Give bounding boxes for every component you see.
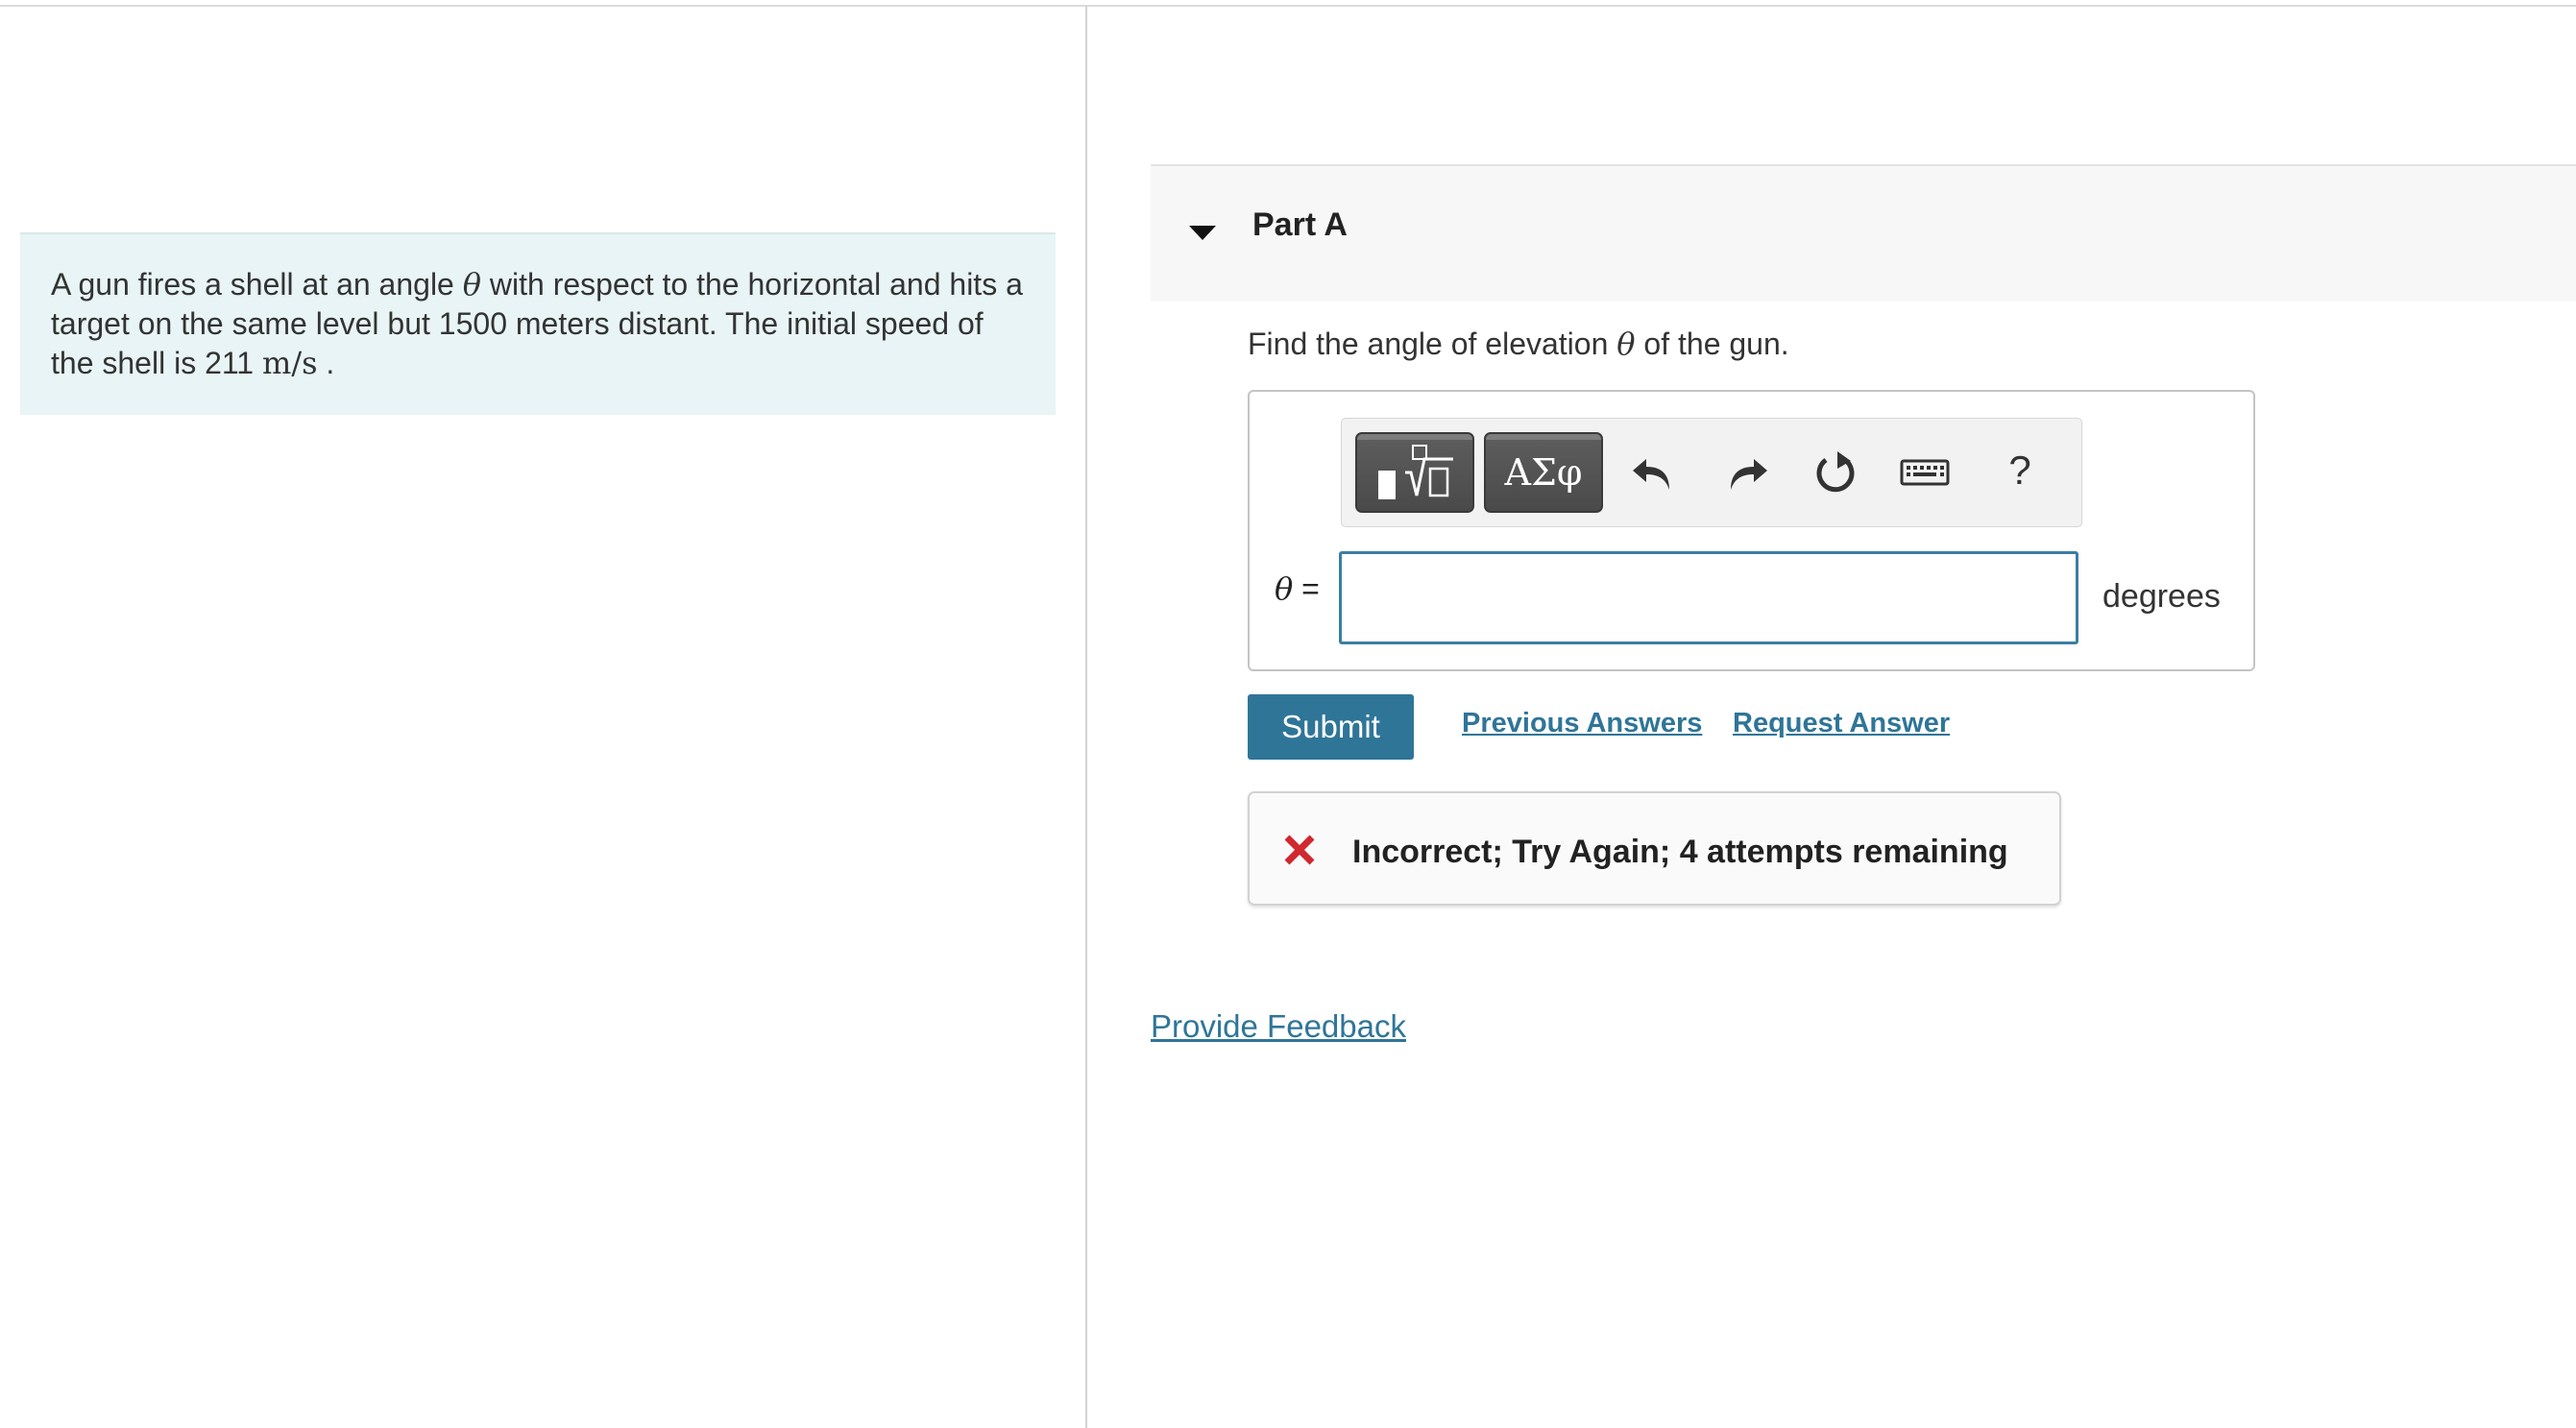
question-text: Find the angle of elevation θ of the gun…	[1248, 326, 1789, 362]
problem-text-end: .	[317, 346, 335, 380]
answer-equals-sign: =	[1293, 571, 1320, 606]
part-title: Part A	[1252, 206, 1348, 243]
top-rule	[0, 5, 2576, 7]
undo-icon[interactable]	[1627, 446, 1681, 499]
problem-statement: A gun fires a shell at an angle θ with r…	[20, 232, 1056, 415]
keyboard-icon[interactable]	[1898, 446, 1952, 499]
provide-feedback-link[interactable]: Provide Feedback	[1151, 1008, 1406, 1045]
symbols-label: ΑΣφ	[1504, 451, 1583, 494]
page: A gun fires a shell at an angle θ with r…	[0, 0, 2576, 1428]
feedback-message: Incorrect; Try Again; 4 attempts remaini…	[1352, 834, 2008, 870]
reset-icon[interactable]	[1809, 446, 1862, 499]
submit-button[interactable]: Submit	[1248, 694, 1414, 760]
unit-label: degrees	[2102, 578, 2221, 615]
redo-icon[interactable]	[1719, 446, 1773, 499]
help-button[interactable]: ?	[1993, 444, 2047, 497]
templates-button[interactable]	[1355, 432, 1474, 513]
answer-variable-symbol: θ	[1275, 570, 1294, 607]
symbols-button[interactable]: ΑΣφ	[1484, 432, 1603, 513]
part-header[interactable]: Part A	[1151, 164, 2576, 302]
pane-divider	[1085, 6, 1087, 1428]
answer-variable-label: θ =	[1275, 570, 1320, 607]
previous-answers-link[interactable]: Previous Answers	[1462, 708, 1702, 739]
caret-down-icon[interactable]	[1183, 214, 1222, 253]
answer-input[interactable]	[1339, 551, 2078, 644]
request-answer-link[interactable]: Request Answer	[1733, 708, 1950, 739]
question-text-start: Find the angle of elevation	[1248, 327, 1617, 361]
question-theta-symbol: θ	[1616, 326, 1636, 362]
problem-speed-unit: m/s	[261, 345, 318, 381]
math-toolbar: ΑΣφ ?	[1341, 418, 2082, 527]
error-x-icon	[1282, 833, 1317, 867]
problem-text-start: A gun fires a shell at an angle	[51, 267, 463, 302]
question-text-end: of the gun.	[1635, 327, 1789, 361]
answer-box: ΑΣφ ? θ = degrees	[1248, 390, 2255, 671]
problem-theta-symbol: θ	[462, 266, 481, 303]
feedback-message-box: Incorrect; Try Again; 4 attempts remaini…	[1248, 791, 2061, 906]
